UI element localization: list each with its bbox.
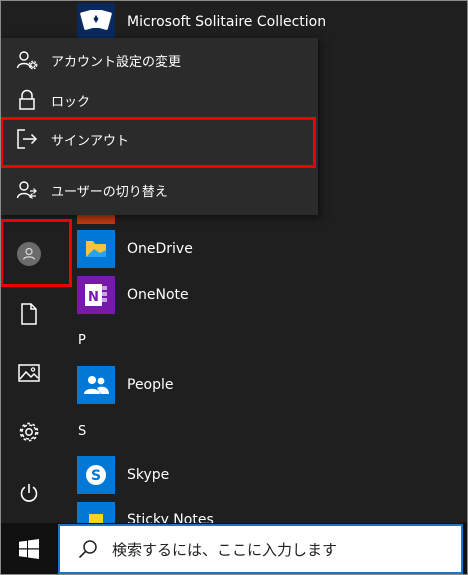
power-button[interactable] (0, 465, 57, 521)
app-item-people[interactable]: People (77, 363, 174, 407)
app-label-solitaire: Microsoft Solitaire Collection (127, 14, 327, 30)
pictures-button[interactable] (0, 345, 57, 401)
sign-out-highlight (0, 117, 316, 168)
sticky-notes-icon (77, 502, 115, 523)
people-icon (77, 366, 115, 404)
picture-icon (17, 364, 40, 382)
power-icon (20, 484, 37, 502)
svg-text:S: S (91, 468, 101, 484)
partial-tile (77, 214, 115, 224)
solitaire-icon (77, 3, 115, 41)
search-placeholder: 検索するには、ここに入力します (112, 540, 338, 559)
document-icon (20, 303, 37, 325)
svg-text:N: N (88, 290, 99, 305)
taskbar: 検索するには、ここに入力します (0, 523, 468, 575)
menu-item-change-account-settings[interactable]: アカウント設定の変更 (0, 40, 318, 80)
settings-button[interactable] (0, 404, 57, 460)
lock-icon (15, 88, 39, 112)
user-button-highlight (0, 219, 72, 287)
documents-button[interactable] (0, 286, 57, 342)
app-item-sticky-notes[interactable]: Sticky Notes (77, 498, 214, 523)
app-label-onenote: OneNote (127, 287, 189, 303)
search-box[interactable]: 検索するには、ここに入力します (58, 524, 463, 574)
menu-item-label: ロック (51, 94, 91, 110)
group-letter-s[interactable]: S (78, 424, 86, 439)
start-button[interactable] (0, 523, 57, 575)
app-item-onedrive[interactable]: OneDrive (77, 227, 193, 271)
app-item-skype[interactable]: S Skype (77, 453, 169, 497)
menu-item-label: ユーザーの切り替え (51, 184, 168, 200)
switch-user-icon (15, 178, 39, 202)
app-label-onedrive: OneDrive (127, 241, 193, 257)
onenote-icon: N (77, 276, 115, 314)
app-item-onenote[interactable]: N OneNote (77, 273, 189, 317)
gear-icon (19, 422, 38, 442)
app-label-people: People (127, 377, 174, 393)
group-letter-p[interactable]: P (78, 333, 86, 348)
menu-item-lock[interactable]: ロック (0, 80, 318, 120)
search-icon (78, 540, 97, 559)
person-settings-icon (15, 48, 39, 72)
windows-logo-icon (18, 539, 39, 559)
onedrive-icon (77, 230, 115, 268)
app-label-skype: Skype (127, 467, 170, 483)
app-label-sticky-notes: Sticky Notes (127, 512, 214, 523)
skype-icon: S (77, 456, 115, 494)
menu-item-label: アカウント設定の変更 (51, 54, 182, 70)
menu-item-switch-user[interactable]: ユーザーの切り替え (0, 170, 318, 210)
